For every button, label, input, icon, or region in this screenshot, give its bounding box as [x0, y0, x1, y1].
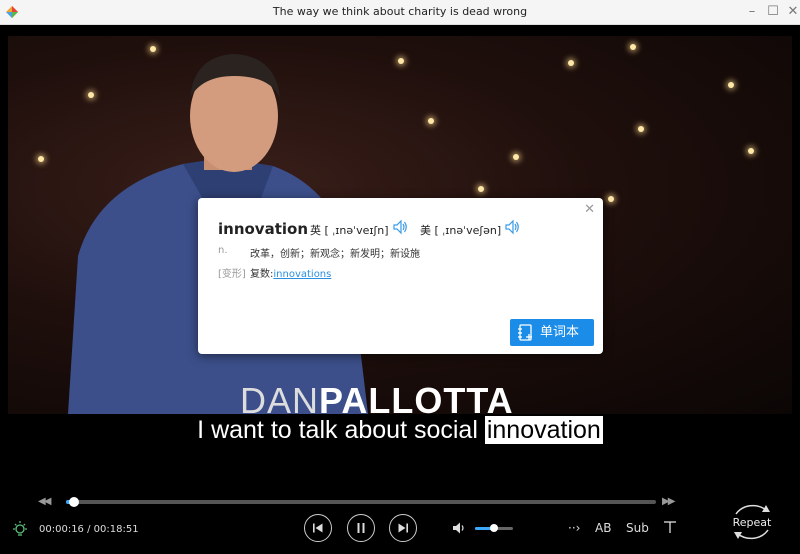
part-of-speech: n.: [218, 245, 228, 256]
progress-thumb[interactable]: [69, 497, 80, 507]
next-sentence-button[interactable]: [389, 514, 417, 542]
skip-previous-icon: [313, 523, 323, 533]
previous-sentence-button[interactable]: [304, 514, 332, 542]
current-time: 00:00:16: [39, 524, 84, 535]
us-phonetic: 美 [ ˌɪnəˈveʃən]: [420, 224, 502, 237]
progress-bar[interactable]: [66, 497, 656, 507]
repeat-label: Repeat: [732, 516, 772, 529]
dictionary-popup: ✕ innovation 英 [ ˌɪnəˈveɪʃn] 美 [ ˌɪnəˈve…: [198, 198, 603, 354]
skip-back-icon[interactable]: ◀◀: [38, 496, 51, 507]
close-window-button[interactable]: ✕: [784, 3, 800, 21]
volume-thumb[interactable]: [490, 524, 498, 532]
headword: innovation: [218, 220, 308, 238]
window-title: The way we think about charity is dead w…: [272, 5, 528, 18]
ab-repeat-button[interactable]: AB: [595, 521, 611, 535]
volume-slider[interactable]: [475, 524, 513, 532]
uk-phonetic: 英 [ ˌɪnəˈveɪʃn]: [310, 224, 389, 237]
skip-forward-icon[interactable]: ▶▶: [662, 496, 675, 507]
title-bar: The way we think about charity is dead w…: [0, 0, 800, 25]
vocabulary-book-button[interactable]: 单词本: [510, 319, 594, 346]
lower-third-name: DANPALLOTTA: [240, 380, 514, 414]
subtitle-text: I want to talk about social: [197, 416, 485, 444]
repeat-button[interactable]: Repeat: [728, 500, 776, 544]
player-controls: ◀◀ ▶▶ 00:00:16 / 00:18:51 ··› AB Sub Rep…: [0, 490, 800, 554]
minimize-button[interactable]: –: [743, 3, 761, 21]
total-time: 00:18:51: [93, 524, 139, 535]
continuous-play-icon[interactable]: ··›: [568, 521, 580, 535]
pause-button[interactable]: [347, 514, 375, 542]
notebook-add-icon: [518, 324, 532, 341]
time-display: 00:00:16 / 00:18:51: [39, 524, 139, 535]
inflection-link[interactable]: innovations: [273, 269, 331, 280]
skip-next-icon: [398, 523, 408, 533]
inflection-tag: [变形]: [218, 269, 246, 280]
inflection: 复数:innovations: [250, 265, 331, 280]
maximize-button[interactable]: ☐: [764, 3, 782, 21]
uk-speaker-icon[interactable]: [392, 219, 408, 235]
subtitle-highlighted-word[interactable]: innovation: [484, 416, 603, 444]
volume-icon[interactable]: [452, 521, 466, 535]
close-icon[interactable]: ✕: [584, 202, 595, 217]
text-size-icon[interactable]: [663, 520, 677, 534]
subtitle-button[interactable]: Sub: [626, 521, 649, 535]
inflection-prefix: 复数:: [250, 269, 274, 280]
lightbulb-icon[interactable]: [12, 521, 28, 538]
subtitle-line: I want to talk about social innovation: [0, 416, 800, 445]
vocabulary-book-label: 单词本: [540, 325, 580, 340]
us-speaker-icon[interactable]: [504, 219, 520, 235]
definitions: 改革，创新；新观念；新发明；新设施: [250, 249, 420, 260]
pause-icon: [357, 523, 365, 533]
